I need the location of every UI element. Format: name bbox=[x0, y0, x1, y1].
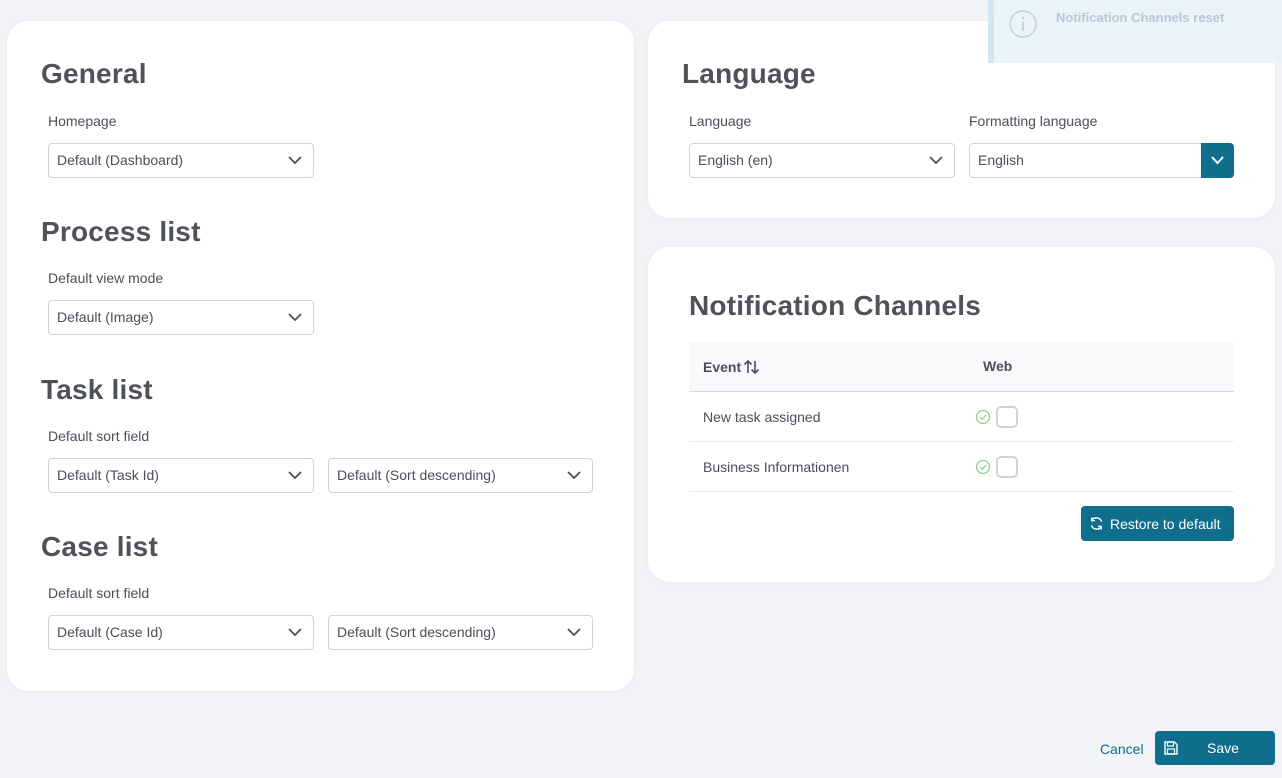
sort-icon[interactable] bbox=[743, 359, 761, 375]
case-sort-direction-select[interactable]: Default (Sort descending) bbox=[328, 615, 593, 650]
restore-button-label: Restore to default bbox=[1110, 516, 1221, 532]
task-sort-field-label: Default sort field bbox=[48, 428, 150, 444]
info-icon bbox=[1009, 10, 1037, 38]
homepage-select[interactable]: Default (Dashboard) bbox=[48, 143, 314, 178]
event-name: Business Informationen bbox=[703, 459, 850, 475]
homepage-label: Homepage bbox=[48, 113, 117, 129]
task-sort-direction-select[interactable]: Default (Sort descending) bbox=[328, 458, 593, 493]
chevron-down-icon bbox=[288, 156, 302, 165]
general-settings-card: General Homepage Default (Dashboard) Pro… bbox=[7, 21, 634, 691]
column-header-event[interactable]: Event bbox=[703, 359, 741, 375]
task-sort-direction-value: Default (Sort descending) bbox=[337, 467, 496, 483]
case-sort-field-value: Default (Case Id) bbox=[57, 624, 163, 640]
table-header: Event Web bbox=[689, 342, 1234, 392]
chevron-down-icon bbox=[929, 156, 943, 165]
save-button-label: Save bbox=[1207, 740, 1239, 756]
case-list-title: Case list bbox=[41, 531, 158, 562]
formatting-language-value: English bbox=[978, 152, 1024, 168]
refresh-icon bbox=[1090, 517, 1103, 530]
view-mode-select[interactable]: Default (Image) bbox=[48, 300, 314, 335]
chevron-down-icon bbox=[567, 628, 581, 637]
chevron-down-icon bbox=[567, 471, 581, 480]
case-sort-direction-value: Default (Sort descending) bbox=[337, 624, 496, 640]
save-button[interactable]: Save bbox=[1155, 731, 1275, 765]
case-sort-field-select[interactable]: Default (Case Id) bbox=[48, 615, 314, 650]
cancel-link[interactable]: Cancel bbox=[1100, 741, 1144, 757]
table-row: Business Informationen bbox=[689, 442, 1234, 492]
task-sort-field-value: Default (Task Id) bbox=[57, 467, 159, 483]
web-channel-checkbox[interactable] bbox=[996, 406, 1018, 428]
check-circle-icon bbox=[975, 409, 991, 425]
language-label: Language bbox=[689, 113, 752, 129]
chevron-down-icon bbox=[288, 471, 302, 480]
chevron-down-icon bbox=[1211, 156, 1224, 165]
formatting-language-select[interactable]: English bbox=[969, 143, 1234, 178]
case-sort-field-label: Default sort field bbox=[48, 585, 150, 601]
view-mode-label: Default view mode bbox=[48, 270, 164, 286]
general-title: General bbox=[41, 58, 147, 89]
homepage-select-value: Default (Dashboard) bbox=[57, 152, 184, 168]
web-channel-checkbox[interactable] bbox=[996, 456, 1018, 478]
chevron-down-icon bbox=[288, 313, 302, 322]
floppy-disk-icon bbox=[1164, 741, 1178, 755]
language-title: Language bbox=[682, 58, 816, 89]
language-select-value: English (en) bbox=[698, 152, 773, 168]
formatting-language-dropdown-button[interactable] bbox=[1201, 143, 1234, 178]
notification-channels-card: Notification Channels Event Web New task… bbox=[648, 247, 1275, 582]
task-list-title: Task list bbox=[41, 374, 153, 405]
chevron-down-icon bbox=[288, 628, 302, 637]
table-row: New task assigned bbox=[689, 392, 1234, 442]
event-name: New task assigned bbox=[703, 409, 821, 425]
toast-notification[interactable]: Notification Channels reset bbox=[988, 0, 1282, 63]
language-select[interactable]: English (en) bbox=[689, 143, 955, 178]
toast-message: Notification Channels reset bbox=[1056, 10, 1225, 25]
notification-channels-title: Notification Channels bbox=[689, 290, 981, 321]
column-header-web: Web bbox=[983, 358, 1013, 374]
check-circle-icon bbox=[975, 459, 991, 475]
task-sort-field-select[interactable]: Default (Task Id) bbox=[48, 458, 314, 493]
view-mode-select-value: Default (Image) bbox=[57, 309, 154, 325]
process-list-title: Process list bbox=[41, 216, 201, 247]
restore-to-default-button[interactable]: Restore to default bbox=[1081, 506, 1234, 541]
notification-channels-table: Event Web New task assigned Business Inf… bbox=[689, 342, 1234, 492]
formatting-language-label: Formatting language bbox=[969, 113, 1098, 129]
